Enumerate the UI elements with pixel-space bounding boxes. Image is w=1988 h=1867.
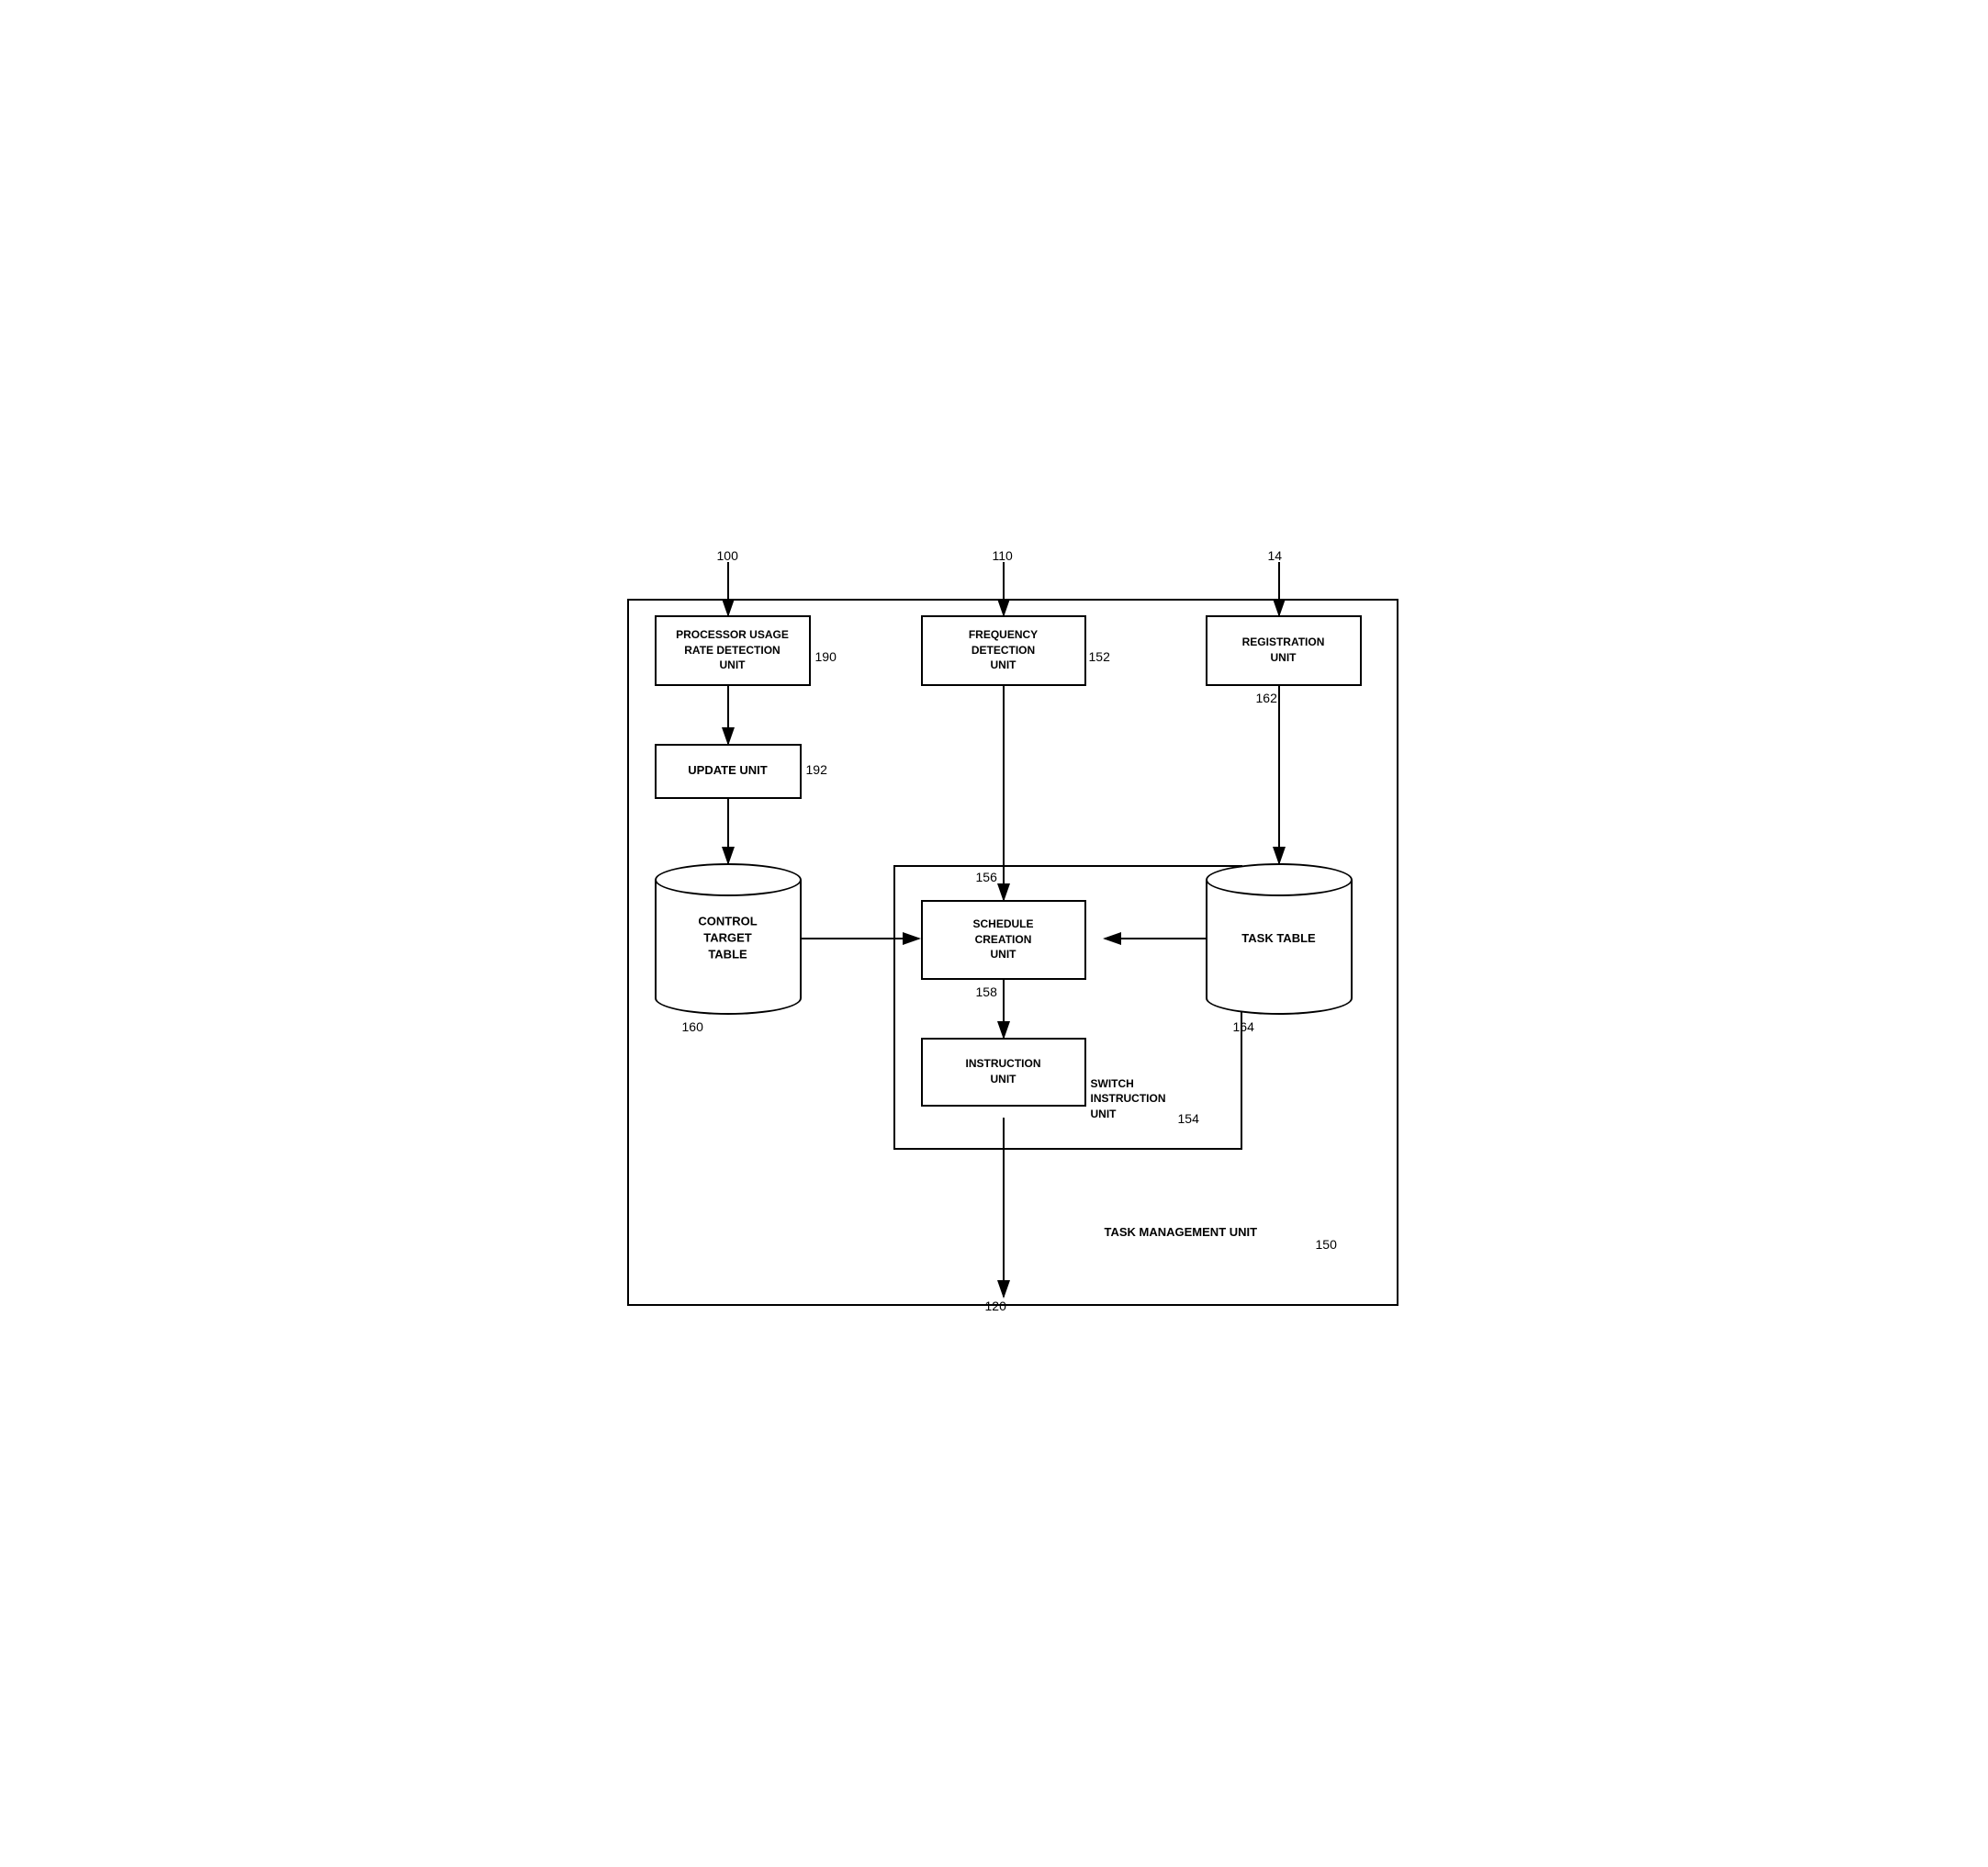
instruction-unit-box: INSTRUCTION UNIT (921, 1038, 1086, 1107)
diagram: 100 110 14 (581, 544, 1408, 1324)
update-unit-box: UPDATE UNIT (655, 744, 802, 799)
frequency-detection-box: FREQUENCY DETECTION UNIT (921, 615, 1086, 686)
ref-110: 110 (993, 548, 1013, 563)
ref-162: 162 (1256, 691, 1277, 705)
ref-156: 156 (976, 870, 997, 884)
ref-158: 158 (976, 984, 997, 999)
ref-150: 150 (1316, 1237, 1337, 1252)
ref-152: 152 (1089, 649, 1110, 664)
ref-154: 154 (1178, 1111, 1199, 1126)
ref-120: 120 (985, 1299, 1006, 1313)
ref-14: 14 (1268, 548, 1283, 563)
ref-192: 192 (806, 762, 827, 777)
task-table-cyl: TASK TABLE (1206, 863, 1353, 1015)
schedule-creation-box: SCHEDULE CREATION UNIT (921, 900, 1086, 980)
ref-164: 164 (1233, 1019, 1254, 1034)
task-management-label: TASK MANAGEMENT UNIT (1105, 1225, 1258, 1239)
registration-unit-box: REGISTRATION UNIT (1206, 615, 1362, 686)
ref-190: 190 (815, 649, 837, 664)
control-target-table-cyl: CONTROL TARGET TABLE (655, 863, 802, 1015)
ref-100: 100 (717, 548, 738, 563)
ref-160: 160 (682, 1019, 703, 1034)
processor-usage-box: PROCESSOR USAGE RATE DETECTION UNIT (655, 615, 811, 686)
switch-instruction-label: SWITCH INSTRUCTION UNIT (1091, 1076, 1166, 1122)
